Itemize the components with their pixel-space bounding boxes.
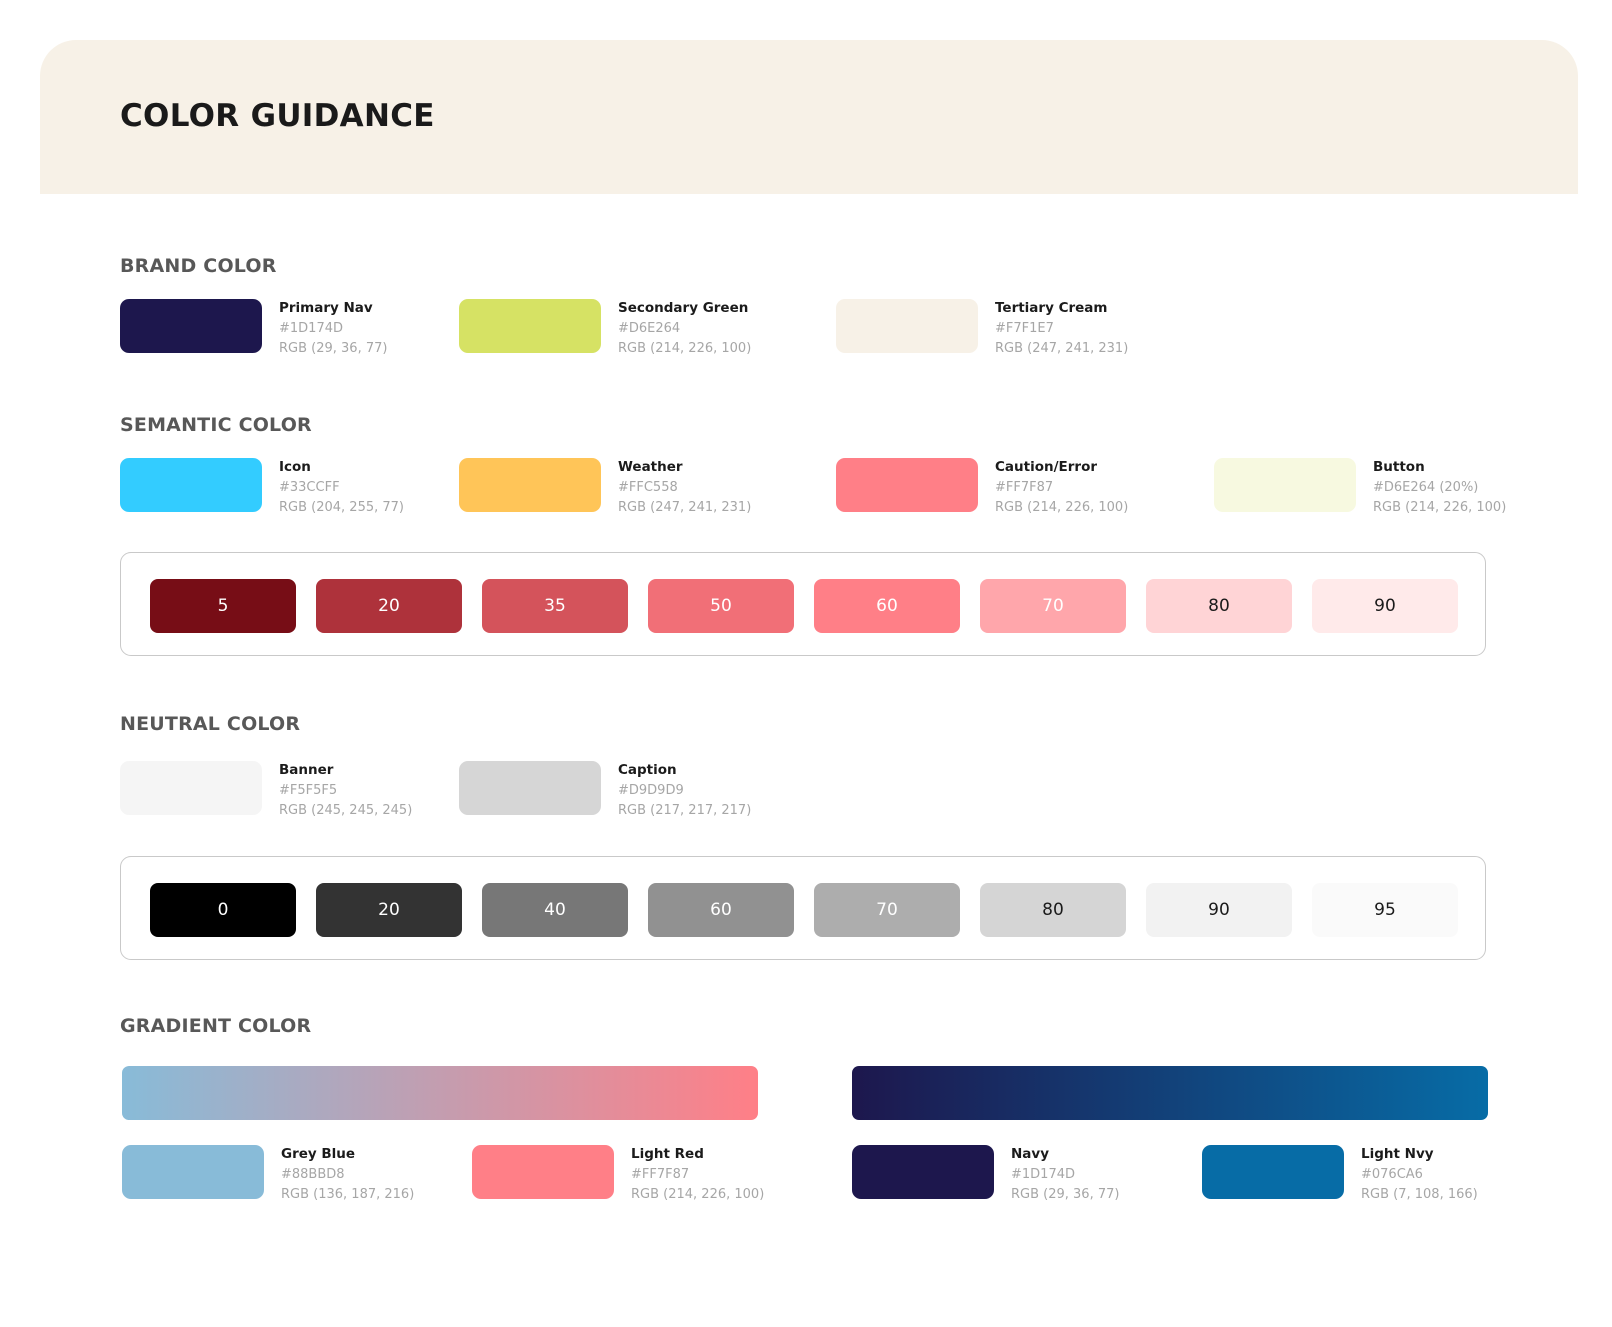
swatch-hex: #076CA6 bbox=[1361, 1167, 1423, 1182]
gradient-bar-navy-lightnavy bbox=[852, 1066, 1488, 1120]
color-swatch bbox=[459, 761, 601, 815]
scale-chip: 40 bbox=[482, 883, 628, 937]
scale-chip: 90 bbox=[1146, 883, 1292, 937]
swatch-rgb: RGB (29, 36, 77) bbox=[279, 341, 388, 356]
swatch-hex: #1D174D bbox=[279, 321, 343, 336]
color-swatch bbox=[122, 1145, 264, 1199]
scale-chip: 0 bbox=[150, 883, 296, 937]
swatch-hex: #D6E264 (20%) bbox=[1373, 480, 1479, 495]
scale-chip: 80 bbox=[980, 883, 1126, 937]
neutral-color-title: NEUTRAL COLOR bbox=[120, 713, 301, 735]
scale-chip: 70 bbox=[980, 579, 1126, 633]
color-swatch bbox=[472, 1145, 614, 1199]
page-title: COLOR GUIDANCE bbox=[120, 98, 435, 134]
swatch-name: Secondary Green bbox=[618, 300, 749, 316]
swatch-hex: #F5F5F5 bbox=[279, 783, 338, 798]
scale-chip: 5 bbox=[150, 579, 296, 633]
color-swatch bbox=[120, 761, 262, 815]
color-swatch bbox=[836, 299, 978, 353]
swatch-name: Caption bbox=[618, 762, 677, 778]
scale-chip: 50 bbox=[648, 579, 794, 633]
swatch-name: Primary Nav bbox=[279, 300, 373, 316]
scale-chip: 60 bbox=[648, 883, 794, 937]
color-guidance-card: COLOR GUIDANCE BRAND COLOR Primary Nav #… bbox=[40, 40, 1578, 1290]
swatch-name: Grey Blue bbox=[281, 1146, 356, 1162]
gradient-bar-greyblue-lightred bbox=[122, 1066, 758, 1120]
scale-chip: 20 bbox=[316, 883, 462, 937]
swatch-name: Weather bbox=[618, 459, 683, 475]
swatch-rgb: RGB (7, 108, 166) bbox=[1361, 1187, 1478, 1202]
swatch-rgb: RGB (214, 226, 100) bbox=[995, 500, 1129, 515]
swatch-hex: #F7F1E7 bbox=[995, 321, 1054, 336]
swatch-rgb: RGB (217, 217, 217) bbox=[618, 803, 752, 818]
semantic-scale-panel: 5 20 35 50 60 70 80 90 bbox=[120, 552, 1486, 656]
swatch-name: Light Red bbox=[631, 1146, 704, 1162]
scale-chip: 60 bbox=[814, 579, 960, 633]
color-swatch bbox=[120, 299, 262, 353]
swatch-rgb: RGB (245, 245, 245) bbox=[279, 803, 413, 818]
color-swatch bbox=[459, 458, 601, 512]
scale-chip: 35 bbox=[482, 579, 628, 633]
swatch-rgb: RGB (214, 226, 100) bbox=[1373, 500, 1507, 515]
brand-color-title: BRAND COLOR bbox=[120, 255, 277, 277]
color-swatch bbox=[836, 458, 978, 512]
color-swatch bbox=[1202, 1145, 1344, 1199]
swatch-hex: #D9D9D9 bbox=[618, 783, 684, 798]
swatch-hex: #D6E264 bbox=[618, 321, 681, 336]
swatch-rgb: RGB (214, 226, 100) bbox=[618, 341, 752, 356]
swatch-name: Navy bbox=[1011, 1146, 1050, 1162]
swatch-rgb: RGB (136, 187, 216) bbox=[281, 1187, 415, 1202]
swatch-hex: #FF7F87 bbox=[631, 1167, 690, 1182]
color-swatch bbox=[120, 458, 262, 512]
swatch-name: Light Nvy bbox=[1361, 1146, 1434, 1162]
swatch-hex: #1D174D bbox=[1011, 1167, 1075, 1182]
swatch-hex: #FFC558 bbox=[618, 480, 678, 495]
scale-chip: 70 bbox=[814, 883, 960, 937]
scale-chip: 20 bbox=[316, 579, 462, 633]
neutral-scale-panel: 0 20 40 60 70 80 90 95 bbox=[120, 856, 1486, 960]
semantic-color-title: SEMANTIC COLOR bbox=[120, 414, 312, 436]
scale-chip: 90 bbox=[1312, 579, 1458, 633]
swatch-rgb: RGB (214, 226, 100) bbox=[631, 1187, 765, 1202]
scale-chip: 80 bbox=[1146, 579, 1292, 633]
swatch-name: Icon bbox=[279, 459, 311, 475]
swatch-rgb: RGB (204, 255, 77) bbox=[279, 500, 404, 515]
swatch-hex: #33CCFF bbox=[279, 480, 340, 495]
swatch-name: Tertiary Cream bbox=[995, 300, 1108, 316]
color-swatch bbox=[459, 299, 601, 353]
swatch-rgb: RGB (247, 241, 231) bbox=[995, 341, 1129, 356]
color-swatch bbox=[852, 1145, 994, 1199]
swatch-hex: #88BBD8 bbox=[281, 1167, 345, 1182]
color-swatch bbox=[1214, 458, 1356, 512]
scale-chip: 95 bbox=[1312, 883, 1458, 937]
swatch-name: Caution/Error bbox=[995, 459, 1097, 475]
swatch-hex: #FF7F87 bbox=[995, 480, 1054, 495]
swatch-name: Button bbox=[1373, 459, 1425, 475]
swatch-rgb: RGB (247, 241, 231) bbox=[618, 500, 752, 515]
swatch-rgb: RGB (29, 36, 77) bbox=[1011, 1187, 1120, 1202]
header-banner: COLOR GUIDANCE bbox=[40, 40, 1578, 194]
gradient-color-title: GRADIENT COLOR bbox=[120, 1015, 312, 1037]
swatch-name: Banner bbox=[279, 762, 334, 778]
